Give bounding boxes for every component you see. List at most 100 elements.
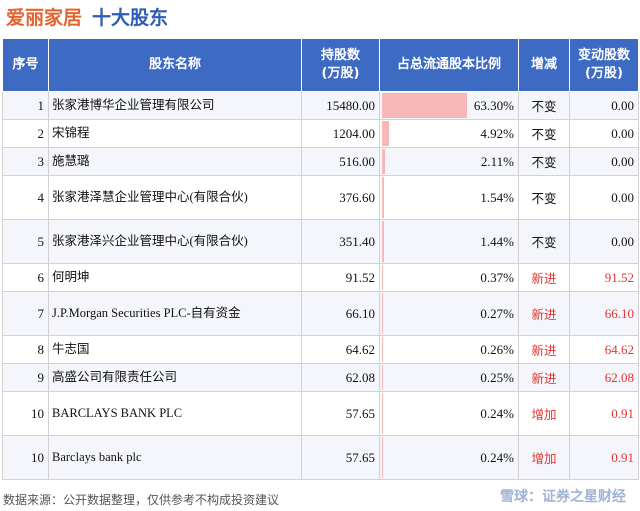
col-header-change-line1: 变动股数 — [577, 48, 630, 63]
change-shares: 0.00 — [569, 175, 639, 220]
ratio-text: 0.24% — [480, 449, 514, 465]
data-source-note: 数据来源：公开数据整理，仅供参考不构成投资建议 — [3, 493, 280, 507]
ratio-text: 1.54% — [480, 189, 514, 205]
row-index: 10 — [2, 391, 49, 436]
ratio-cell: 0.24% — [379, 391, 519, 436]
shares-held: 57.65 — [301, 435, 380, 480]
shares-held: 57.65 — [301, 391, 380, 436]
change-status: 新进 — [518, 291, 570, 336]
change-shares: 91.52 — [569, 263, 639, 292]
col-header-shares-line1: 持股数 — [320, 48, 360, 63]
shares-held: 516.00 — [301, 147, 380, 176]
row-index: 4 — [2, 175, 49, 220]
change-status: 增加 — [518, 391, 570, 436]
change-shares: 0.00 — [569, 219, 639, 264]
shares-held: 376.60 — [301, 175, 380, 220]
shares-held: 64.62 — [301, 335, 380, 364]
row-index: 10 — [2, 435, 49, 480]
change-shares: 0.00 — [569, 147, 639, 176]
ratio-text: 2.11% — [480, 153, 514, 169]
shares-held: 62.08 — [301, 363, 380, 392]
row-index: 2 — [2, 119, 49, 148]
table-row: 3 施慧璐 516.00 2.11% 不变 0.00 — [2, 147, 639, 176]
ratio-cell: 2.11% — [379, 147, 519, 176]
section-title: 十大股东 — [92, 7, 169, 29]
ratio-cell: 0.37% — [379, 263, 519, 292]
ratio-bar — [382, 149, 385, 174]
shareholder-name: BARCLAYS BANK PLC — [48, 391, 302, 436]
table-body: 1 张家港博华企业管理有限公司 15480.00 63.30% 不变 0.00 2 宋锦程 12… — [2, 91, 639, 480]
shareholder-name: 牛志国 — [48, 335, 302, 364]
shareholder-name: 施慧璐 — [48, 147, 302, 176]
shareholder-name: 张家港泽兴企业管理中心(有限合伙) — [48, 219, 302, 264]
row-index: 6 — [2, 263, 49, 292]
row-index: 5 — [2, 219, 49, 264]
shareholder-name: 张家港博华企业管理有限公司 — [48, 91, 302, 120]
row-index: 9 — [2, 363, 49, 392]
change-shares: 62.08 — [569, 363, 639, 392]
col-header-change: 变动股数 (万股) — [569, 38, 639, 92]
row-index: 7 — [2, 291, 49, 336]
change-status: 不变 — [518, 147, 570, 176]
col-header-shares-line2: (万股) — [321, 66, 360, 81]
change-status: 增加 — [518, 435, 570, 480]
ratio-cell: 0.27% — [379, 291, 519, 336]
col-header-ratio: 占总流通股本比例 — [379, 38, 519, 92]
shareholder-name: 宋锦程 — [48, 119, 302, 148]
change-status: 不变 — [518, 219, 570, 264]
change-status: 新进 — [518, 335, 570, 364]
change-shares: 0.00 — [569, 119, 639, 148]
table-row: 10 BARCLAYS BANK PLC 57.65 0.24% 增加 0.91 — [2, 391, 639, 436]
table-row: 9 高盛公司有限责任公司 62.08 0.25% 新进 62.08 — [2, 363, 639, 392]
ratio-text: 4.92% — [480, 125, 514, 141]
shareholder-name: 何明坤 — [48, 263, 302, 292]
ratio-text: 0.24% — [480, 405, 514, 421]
table-row: 2 宋锦程 1204.00 4.92% 不变 0.00 — [2, 119, 639, 148]
change-status: 不变 — [518, 175, 570, 220]
table-row: 7 J.P.Morgan Securities PLC-自有资金 66.10 0.27… — [2, 291, 639, 336]
col-header-shares: 持股数 (万股) — [301, 38, 380, 92]
col-header-name: 股东名称 — [48, 38, 302, 92]
ratio-text: 0.27% — [480, 305, 514, 321]
shareholders-table: 序号 股东名称 持股数 (万股) 占总流通股本比例 增减 变动股数 (万股) 1… — [2, 38, 639, 480]
title-bar: 爱丽家居 十大股东 — [0, 0, 640, 38]
table-row: 6 何明坤 91.52 0.37% 新进 91.52 — [2, 263, 639, 292]
ratio-bar — [382, 121, 389, 146]
shareholder-name: 张家港泽慧企业管理中心(有限合伙) — [48, 175, 302, 220]
row-index: 1 — [2, 91, 49, 120]
table-row: 1 张家港博华企业管理有限公司 15480.00 63.30% 不变 0.00 — [2, 91, 639, 120]
brand-watermark: 雪球：证券之星财经 — [500, 489, 626, 505]
change-shares: 0.00 — [569, 91, 639, 120]
table-row: 10 Barclays bank plc 57.65 0.24% 增加 0.91 — [2, 435, 639, 480]
shares-held: 91.52 — [301, 263, 380, 292]
row-index: 3 — [2, 147, 49, 176]
row-index: 8 — [2, 335, 49, 364]
ratio-cell: 1.54% — [379, 175, 519, 220]
company-name: 爱丽家居 — [6, 7, 83, 29]
ratio-cell: 63.30% — [379, 91, 519, 120]
change-status: 不变 — [518, 91, 570, 120]
ratio-text: 1.44% — [480, 233, 514, 249]
change-status: 新进 — [518, 363, 570, 392]
table-row: 8 牛志国 64.62 0.26% 新进 64.62 — [2, 335, 639, 364]
shares-held: 66.10 — [301, 291, 380, 336]
change-shares: 64.62 — [569, 335, 639, 364]
ratio-cell: 1.44% — [379, 219, 519, 264]
shareholder-name: Barclays bank plc — [48, 435, 302, 480]
ratio-text: 0.26% — [480, 341, 514, 357]
shareholder-name: J.P.Morgan Securities PLC-自有资金 — [48, 291, 302, 336]
ratio-bar — [382, 177, 385, 218]
change-status: 新进 — [518, 263, 570, 292]
ratio-text: 0.37% — [480, 269, 514, 285]
change-shares: 66.10 — [569, 291, 639, 336]
col-header-index: 序号 — [2, 38, 49, 92]
ratio-bar — [382, 93, 467, 118]
col-header-status: 增减 — [518, 38, 570, 92]
shareholder-name: 高盛公司有限责任公司 — [48, 363, 302, 392]
table-header-row: 序号 股东名称 持股数 (万股) 占总流通股本比例 增减 变动股数 (万股) — [2, 38, 639, 92]
table-row: 5 张家港泽兴企业管理中心(有限合伙) 351.40 1.44% 不变 0.00 — [2, 219, 639, 264]
ratio-text: 63.30% — [473, 97, 514, 113]
ratio-cell: 0.24% — [379, 435, 519, 480]
table-row: 4 张家港泽慧企业管理中心(有限合伙) 376.60 1.54% 不变 0.00 — [2, 175, 639, 220]
change-status: 不变 — [518, 119, 570, 148]
